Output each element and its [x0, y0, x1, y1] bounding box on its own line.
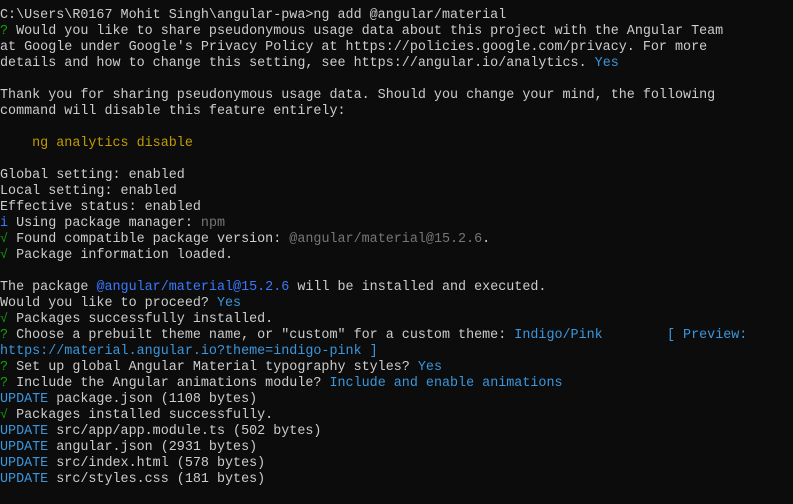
- terminal-text-segment: Yes: [417, 360, 442, 375]
- terminal-text-segment: i: [0, 216, 17, 231]
- terminal-text-segment: √: [0, 408, 17, 423]
- terminal-text-segment: Include and enable animations: [329, 376, 563, 391]
- terminal-text-segment: UPDATE: [0, 456, 49, 471]
- terminal-text-segment: at Google under Google's Privacy Policy …: [0, 40, 708, 55]
- terminal-text-segment: .: [482, 232, 491, 247]
- terminal-text-segment: Yes: [594, 56, 619, 71]
- terminal-line: command will disable this feature entire…: [0, 104, 793, 120]
- terminal-text-segment: Found compatible package version:: [16, 232, 290, 247]
- terminal-line: UPDATE angular.json (2931 bytes): [0, 440, 793, 456]
- terminal-text-segment: npm: [200, 216, 226, 231]
- terminal-text-segment: Local setting: enabled: [0, 184, 177, 199]
- terminal-text-segment: src/app/app.module.ts (502 bytes): [48, 424, 322, 439]
- terminal-line: UPDATE src/app/app.module.ts (502 bytes): [0, 424, 793, 440]
- terminal-text-segment: @angular/material@15.2.6: [289, 232, 483, 247]
- terminal-text-segment: ng analytics disable: [0, 136, 193, 151]
- terminal-text-segment: ?: [0, 376, 17, 391]
- terminal-text-segment: UPDATE: [0, 424, 49, 439]
- terminal-text-segment: Packages installed successfully.: [16, 408, 274, 423]
- terminal-line: √ Package information loaded.: [0, 248, 793, 264]
- terminal-line: ? Would you like to share pseudonymous u…: [0, 24, 793, 40]
- terminal-text-segment: Include the Angular animations module?: [16, 376, 330, 391]
- terminal-text-segment: √: [0, 248, 17, 263]
- terminal-text-segment: Yes: [216, 296, 242, 311]
- terminal-line: UPDATE package.json (1108 bytes): [0, 392, 793, 408]
- terminal-text-segment: ?: [0, 328, 17, 343]
- terminal-text-segment: Using package manager:: [16, 216, 201, 231]
- terminal-line: ? Choose a prebuilt theme name, or "cust…: [0, 328, 793, 344]
- terminal-line: i Using package manager: npm: [0, 216, 793, 232]
- terminal-text-segment: Effective status: enabled: [0, 200, 201, 215]
- terminal-text-segment: UPDATE: [0, 392, 49, 407]
- terminal-text-segment: ?: [0, 360, 17, 375]
- terminal-line: √ Packages successfully installed.: [0, 312, 793, 328]
- terminal-line: C:\Users\R0167 Mohit Singh\angular-pwa>n…: [0, 8, 793, 24]
- terminal-output[interactable]: C:\Users\R0167 Mohit Singh\angular-pwa>n…: [0, 8, 793, 504]
- terminal-line: ng analytics disable: [0, 136, 793, 152]
- terminal-text-segment: Indigo/Pink [ Preview:: [514, 328, 748, 343]
- terminal-text-segment: Would you like to share pseudonymous usa…: [16, 24, 724, 39]
- terminal-line: Effective status: enabled: [0, 200, 793, 216]
- terminal-text-segment: ?: [0, 24, 17, 39]
- terminal-line: Global setting: enabled: [0, 168, 793, 184]
- terminal-text-segment: Set up global Angular Material typograph…: [16, 360, 418, 375]
- terminal-line: https://material.angular.io?theme=indigo…: [0, 344, 793, 360]
- terminal-text-segment: UPDATE: [0, 440, 49, 455]
- terminal-text-segment: src/styles.css (181 bytes): [48, 472, 266, 487]
- terminal-line: √ Found compatible package version: @ang…: [0, 232, 793, 248]
- terminal-line: details and how to change this setting, …: [0, 56, 793, 72]
- terminal-text-segment: angular.json (2931 bytes): [48, 440, 258, 455]
- terminal-text-segment: will be installed and executed.: [289, 280, 547, 295]
- terminal-text-segment: command will disable this feature entire…: [0, 104, 346, 119]
- terminal-text-segment: src/index.html (578 bytes): [48, 456, 266, 471]
- terminal-text-segment: Thank you for sharing pseudonymous usage…: [0, 88, 716, 103]
- terminal-text-segment: Would you like to proceed?: [0, 296, 217, 311]
- terminal-line: Thank you for sharing pseudonymous usage…: [0, 88, 793, 104]
- terminal-line: UPDATE src/index.html (578 bytes): [0, 456, 793, 472]
- terminal-text-segment: Package information loaded.: [16, 248, 234, 263]
- terminal-line: UPDATE src/styles.css (181 bytes): [0, 472, 793, 488]
- terminal-text-segment: √: [0, 312, 17, 327]
- terminal-text-segment: √: [0, 232, 17, 247]
- terminal-line: ? Include the Angular animations module?…: [0, 376, 793, 392]
- terminal-text-segment: Packages successfully installed.: [16, 312, 274, 327]
- terminal-text-segment: Global setting: enabled: [0, 168, 185, 183]
- terminal-line: at Google under Google's Privacy Policy …: [0, 40, 793, 56]
- terminal-line: The package @angular/material@15.2.6 wil…: [0, 280, 793, 296]
- terminal-text-segment: The package: [0, 280, 97, 295]
- terminal-text-segment: @angular/material@15.2.6: [96, 280, 290, 295]
- terminal-text-segment: package.json (1108 bytes): [48, 392, 258, 407]
- terminal-text-segment: https://material.angular.io?theme=indigo…: [0, 344, 378, 359]
- terminal-line: √ Packages installed successfully.: [0, 408, 793, 424]
- terminal-line: ? Set up global Angular Material typogra…: [0, 360, 793, 376]
- terminal-text-segment: UPDATE: [0, 472, 49, 487]
- terminal-line: Would you like to proceed? Yes: [0, 296, 793, 312]
- terminal-line: Local setting: enabled: [0, 184, 793, 200]
- terminal-text-segment: details and how to change this setting, …: [0, 56, 595, 71]
- terminal-text-segment: Choose a prebuilt theme name, or "custom…: [16, 328, 515, 343]
- terminal-text-segment: C:\Users\R0167 Mohit Singh\angular-pwa>n…: [0, 8, 507, 23]
